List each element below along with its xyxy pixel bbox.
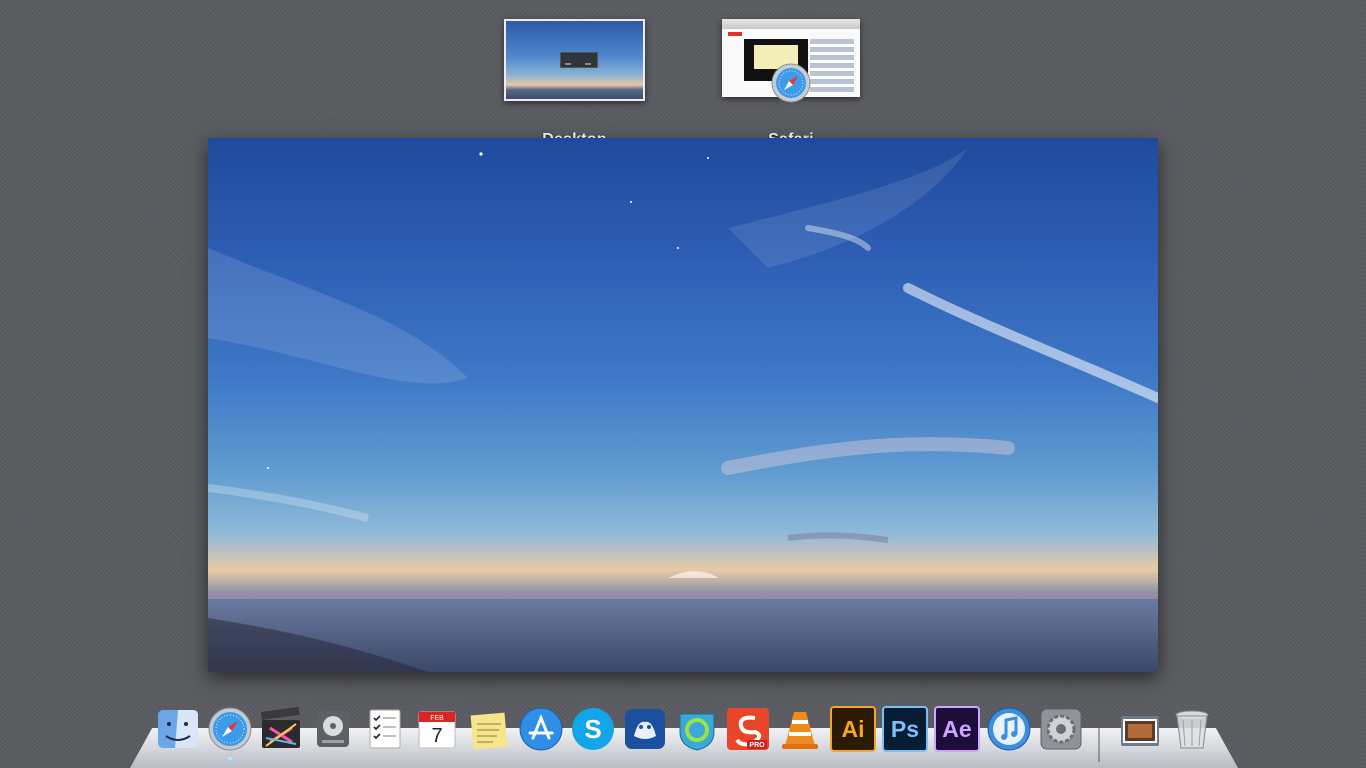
- illustrator-icon[interactable]: Ai: [830, 706, 876, 752]
- skype-icon[interactable]: S: [570, 706, 616, 752]
- mini-dialog: [560, 52, 598, 68]
- mini-logo: [728, 32, 742, 36]
- svg-text:7: 7: [431, 725, 442, 747]
- space-safari[interactable]: Safari: [722, 19, 860, 148]
- dock-separator: [1098, 726, 1100, 762]
- desktop-thumbnail[interactable]: [504, 19, 645, 101]
- desktop-preview[interactable]: [208, 138, 1158, 672]
- vlc-icon[interactable]: [777, 706, 823, 752]
- disk-utility-icon[interactable]: [310, 706, 356, 752]
- finder-icon[interactable]: [155, 706, 201, 752]
- svg-text:S: S: [584, 714, 601, 744]
- mini-sidebar: [810, 39, 854, 93]
- system-preferences-icon[interactable]: [1038, 706, 1084, 752]
- safari-icon[interactable]: [207, 706, 253, 760]
- after-effects-letters: Ae: [942, 715, 972, 742]
- camino-icon[interactable]: [674, 706, 720, 752]
- mini-toolbar: [722, 19, 860, 29]
- running-indicator: [227, 757, 233, 760]
- vuze-icon[interactable]: [622, 706, 668, 752]
- final-cut-pro-icon[interactable]: [258, 706, 304, 752]
- app-store-icon[interactable]: [518, 706, 564, 752]
- reminders-icon[interactable]: [362, 706, 408, 752]
- sketchbook-pro-icon[interactable]: PRO: [725, 706, 771, 752]
- calendar-icon[interactable]: FEB 7: [414, 706, 460, 752]
- dock: FEB 7 S PRO Ai Ps Ae: [0, 696, 1366, 768]
- svg-text:PRO: PRO: [749, 742, 765, 749]
- safari-window-thumbnail[interactable]: [722, 19, 860, 103]
- trash-icon[interactable]: [1169, 706, 1215, 752]
- after-effects-icon[interactable]: Ae: [934, 706, 980, 752]
- safari-icon: [771, 63, 811, 103]
- illustrator-letters: Ai: [841, 715, 865, 742]
- desktop-wallpaper: [208, 148, 1158, 672]
- photoshop-letters: Ps: [890, 715, 920, 742]
- stickies-icon[interactable]: [466, 706, 512, 752]
- stack-folder-icon[interactable]: [1117, 706, 1163, 752]
- itunes-icon[interactable]: [986, 706, 1032, 752]
- photoshop-icon[interactable]: Ps: [882, 706, 928, 752]
- svg-text:FEB: FEB: [430, 715, 444, 722]
- space-desktop[interactable]: Desktop: [504, 19, 645, 148]
